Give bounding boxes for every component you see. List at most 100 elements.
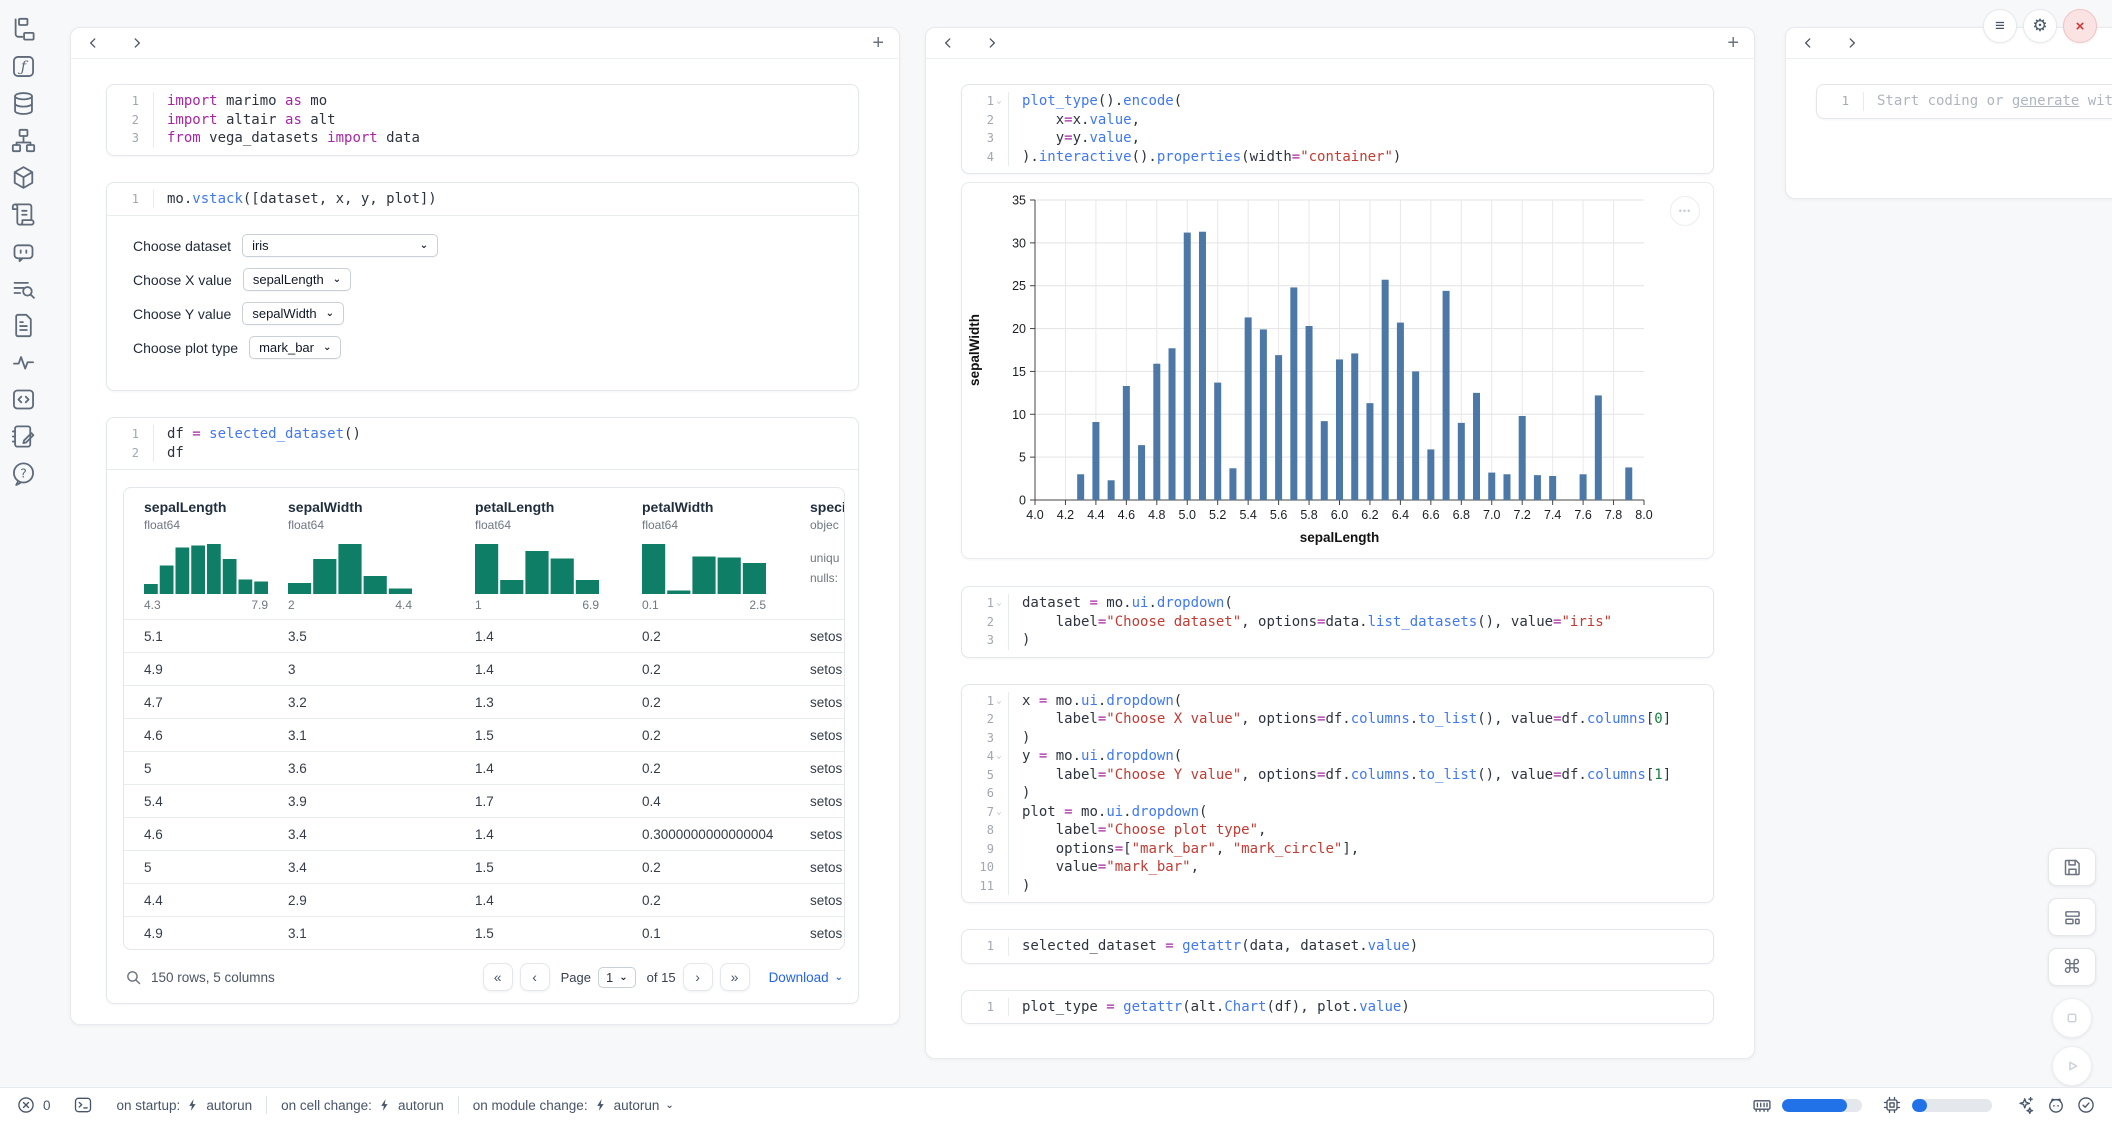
column-collapse-left-icon[interactable] (941, 36, 955, 50)
last-page-button[interactable]: » (720, 963, 750, 991)
packages-icon[interactable] (10, 164, 37, 191)
column-collapse-left-icon[interactable] (1801, 36, 1815, 50)
copilot-button[interactable] (2046, 1095, 2066, 1115)
table-row[interactable]: 5.13.51.40.2setos (124, 619, 844, 652)
code-editor[interactable]: 1df = selected_dataset()2df (107, 418, 858, 470)
bar-chart[interactable]: 051015202530354.04.24.44.64.85.05.25.45.… (962, 183, 1713, 558)
column-header[interactable]: speciobjecuniqunulls: (790, 499, 844, 612)
next-page-button[interactable]: › (683, 963, 713, 991)
documentation-icon[interactable] (10, 312, 37, 339)
connection-status-button[interactable] (2076, 1095, 2096, 1115)
svg-text:7.4: 7.4 (1544, 508, 1561, 522)
code-editor[interactable]: 1mo.vstack([dataset, x, y, plot]) (107, 183, 858, 217)
column-collapse-right-icon[interactable] (1845, 36, 1859, 50)
cell-plot-code[interactable]: 1⌄plot_type().encode(2 x=x.value,3 y=y.v… (961, 84, 1714, 174)
ram-icon (1752, 1095, 1772, 1115)
code-editor[interactable]: 1plot_type = getattr(alt.Chart(df), plot… (962, 991, 1713, 1024)
add-cell-button[interactable]: + (872, 33, 884, 53)
table-row[interactable]: 4.73.21.30.2setos (124, 685, 844, 718)
code-editor[interactable]: 1selected_dataset = getattr(data, datase… (962, 930, 1713, 963)
add-cell-button[interactable]: + (1727, 33, 1739, 53)
functions-icon[interactable]: ƒ (10, 53, 37, 80)
control-row: Choose plot typemark_bar⌄ (133, 336, 858, 359)
save-button[interactable] (2048, 848, 2096, 886)
cell-imports[interactable]: 1import marimo as mo2import altair as al… (106, 84, 859, 156)
column-histogram (475, 544, 599, 594)
cell-vstack[interactable]: 1mo.vstack([dataset, x, y, plot]) Choose… (106, 182, 859, 392)
tracing-icon[interactable] (10, 349, 37, 376)
dependency-graph-icon[interactable] (10, 127, 37, 154)
cell-plot-type[interactable]: 1plot_type = getattr(alt.Chart(df), plot… (961, 990, 1714, 1025)
gear-icon: ⚙ (2032, 16, 2047, 36)
on-cell-change-setting[interactable]: on cell change: autorun (281, 1098, 444, 1113)
prev-page-button[interactable]: ‹ (520, 963, 550, 991)
search-icon[interactable] (10, 275, 37, 302)
on-module-change-setting[interactable]: on module change: autorun ⌄ (473, 1098, 674, 1113)
ai-chat-icon[interactable] (10, 238, 37, 265)
code-editor[interactable]: 1⌄plot_type().encode(2 x=x.value,3 y=y.v… (962, 85, 1713, 173)
svg-text:4.8: 4.8 (1148, 508, 1165, 522)
code-editor-placeholder[interactable]: 1Start coding or generate with AI (1817, 85, 2112, 118)
table-row[interactable]: 4.42.91.40.2setos (124, 883, 844, 916)
column-header[interactable]: petalWidthfloat640.12.5 (622, 499, 790, 612)
help-icon[interactable]: ? (10, 460, 37, 487)
menu-button[interactable]: ≡ (1983, 9, 2017, 43)
errors-icon[interactable] (16, 1095, 36, 1115)
chevron-down-icon: ⌄ (420, 240, 428, 251)
column-histogram (642, 544, 766, 594)
table-search-icon[interactable] (125, 969, 142, 986)
dropdown-select[interactable]: iris⌄ (242, 234, 438, 257)
cell-xy-dropdowns[interactable]: 1⌄x = mo.ui.dropdown(2 label="Choose X v… (961, 684, 1714, 904)
stop-button[interactable] (2052, 998, 2092, 1038)
on-startup-setting[interactable]: on startup: autorun (117, 1098, 253, 1113)
logs-icon[interactable] (10, 201, 37, 228)
table-header: sepalLengthfloat644.37.9sepalWidthfloat6… (124, 488, 844, 619)
column-header[interactable]: sepalWidthfloat6424.4 (268, 499, 455, 612)
save-icon (2062, 857, 2083, 878)
page-select[interactable]: 1⌄ (598, 967, 636, 988)
code-editor[interactable]: 1⌄dataset = mo.ui.dropdown(2 label="Choo… (962, 587, 1713, 657)
svg-text:sepalLength: sepalLength (1300, 530, 1380, 545)
shutdown-button[interactable]: × (2063, 9, 2097, 43)
svg-text:5.8: 5.8 (1300, 508, 1317, 522)
ai-sparkles-button[interactable] (2016, 1095, 2036, 1115)
code-editor[interactable]: 1import marimo as mo2import altair as al… (107, 85, 858, 155)
code-editor[interactable]: 1⌄x = mo.ui.dropdown(2 label="Choose X v… (962, 685, 1713, 903)
table-row[interactable]: 4.93.11.50.1setos (124, 916, 844, 949)
dropdown-select[interactable]: sepalWidth⌄ (242, 302, 344, 325)
chart-options-button[interactable]: ••• (1670, 196, 1700, 226)
terminal-button[interactable] (73, 1095, 93, 1115)
cell-selected-dataset[interactable]: 1selected_dataset = getattr(data, datase… (961, 929, 1714, 964)
scratchpad-icon[interactable] (10, 423, 37, 450)
cell-new-empty[interactable]: 1Start coding or generate with AI (1816, 84, 2112, 119)
run-button[interactable] (2052, 1046, 2092, 1086)
column-collapse-right-icon[interactable] (130, 36, 144, 50)
layout-button[interactable] (2048, 898, 2096, 936)
dropdown-select[interactable]: mark_bar⌄ (249, 336, 341, 359)
snippets-icon[interactable] (10, 386, 37, 413)
svg-text:4.4: 4.4 (1087, 508, 1104, 522)
dropdown-select[interactable]: sepalLength⌄ (243, 268, 351, 291)
svg-text:5.0: 5.0 (1179, 508, 1196, 522)
first-page-button[interactable]: « (483, 963, 513, 991)
command-palette-button[interactable]: ⌘ (2048, 948, 2096, 986)
file-tree-icon[interactable] (10, 16, 37, 43)
table-row[interactable]: 53.41.50.2setos (124, 850, 844, 883)
table-row[interactable]: 4.931.40.2setos (124, 652, 844, 685)
chart-output[interactable]: 051015202530354.04.24.44.64.85.05.25.45.… (961, 182, 1714, 559)
table-row[interactable]: 4.63.11.50.2setos (124, 718, 844, 751)
datasources-icon[interactable] (10, 90, 37, 117)
column-histogram (144, 544, 268, 594)
settings-button[interactable]: ⚙ (2023, 9, 2057, 43)
column-collapse-left-icon[interactable] (86, 36, 100, 50)
status-bar: 0 on startup: autorun on cell change: au… (0, 1087, 2112, 1122)
column-header[interactable]: petalLengthfloat6416.9 (455, 499, 622, 612)
download-button[interactable]: Download⌄ (769, 970, 843, 985)
column-collapse-right-icon[interactable] (985, 36, 999, 50)
table-row[interactable]: 53.61.40.2setos (124, 751, 844, 784)
cell-dataframe[interactable]: 1df = selected_dataset()2df sepalLengthf… (106, 417, 859, 1004)
table-row[interactable]: 5.43.91.70.4setos (124, 784, 844, 817)
cell-dataset-dropdown[interactable]: 1⌄dataset = mo.ui.dropdown(2 label="Choo… (961, 586, 1714, 658)
table-row[interactable]: 4.63.41.40.3000000000000004setos (124, 817, 844, 850)
column-header[interactable]: sepalLengthfloat644.37.9 (124, 499, 268, 612)
